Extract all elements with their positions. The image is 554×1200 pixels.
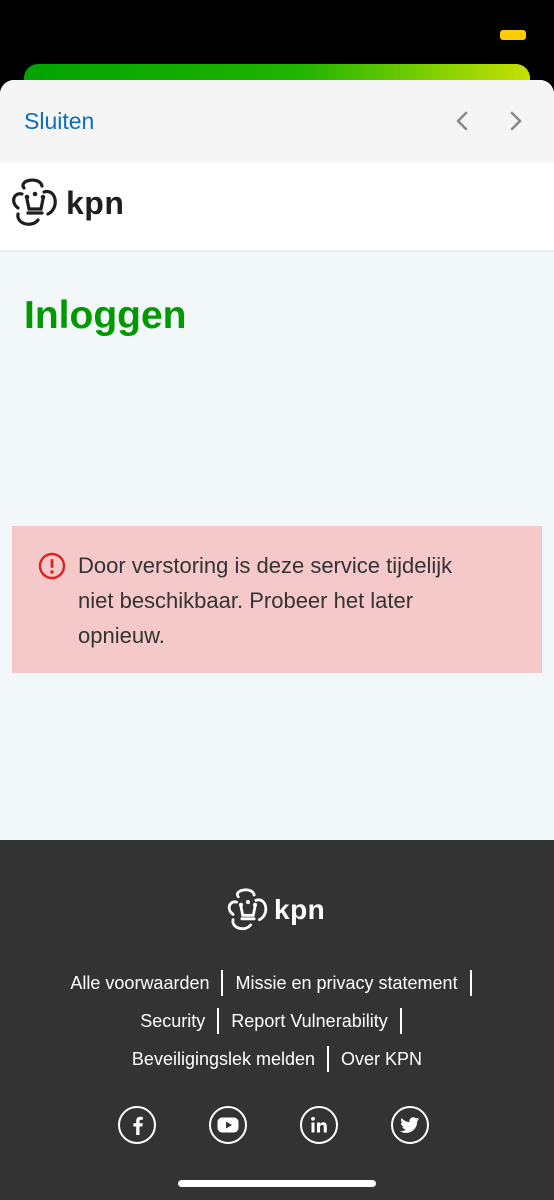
error-icon: [38, 552, 66, 580]
kpn-crown-icon: [227, 888, 268, 931]
footer-links-row-2: Security Report Vulnerability: [0, 1008, 554, 1034]
status-bar: [0, 0, 554, 64]
footer-link-security[interactable]: Security: [140, 1011, 205, 1032]
alert-message: Door verstoring is deze service tijdelij…: [78, 553, 453, 648]
kpn-crown-icon: [12, 178, 57, 226]
footer-link-over-kpn[interactable]: Over KPN: [341, 1049, 422, 1070]
footer-link-beveiligingslek[interactable]: Beveiligingslek melden: [132, 1049, 315, 1070]
footer-kpn-logo[interactable]: kpn: [226, 886, 325, 934]
link-separator: [217, 1008, 220, 1034]
footer-links-row-1: Alle voorwaarden Missie en privacy state…: [0, 970, 554, 996]
site-header: kpn: [0, 162, 554, 252]
link-separator: [399, 1008, 402, 1034]
error-alert: Door verstoring is deze service tijdelij…: [12, 526, 542, 673]
youtube-icon[interactable]: [209, 1106, 247, 1144]
close-button[interactable]: Sluiten: [24, 108, 94, 135]
browser-sheet: Sluiten kpn Inloggen Door verstoring is …: [0, 80, 554, 1200]
footer-link-report-vulnerability[interactable]: Report Vulnerability: [231, 1011, 387, 1032]
link-separator: [221, 970, 224, 996]
kpn-wordmark: kpn: [66, 184, 125, 221]
facebook-icon[interactable]: [118, 1106, 156, 1144]
browser-toolbar: Sluiten: [0, 80, 554, 162]
forward-chevron-icon[interactable]: [500, 106, 530, 136]
link-separator: [469, 970, 472, 996]
battery-icon: [500, 30, 526, 40]
back-chevron-icon[interactable]: [448, 106, 478, 136]
linkedin-icon[interactable]: [300, 1106, 338, 1144]
kpn-wordmark: kpn: [274, 894, 326, 925]
page-title: Inloggen: [24, 294, 187, 337]
site-footer: kpn Alle voorwaarden Missie en privacy s…: [0, 840, 554, 1200]
home-indicator[interactable]: [178, 1180, 376, 1187]
footer-link-voorwaarden[interactable]: Alle voorwaarden: [70, 973, 209, 994]
social-links: [118, 1106, 429, 1144]
link-separator: [327, 1046, 330, 1072]
kpn-logo[interactable]: kpn: [10, 176, 124, 230]
twitter-icon[interactable]: [391, 1106, 429, 1144]
footer-link-privacy[interactable]: Missie en privacy statement: [235, 973, 457, 994]
footer-links-row-3: Beveiligingslek melden Over KPN: [0, 1046, 554, 1072]
